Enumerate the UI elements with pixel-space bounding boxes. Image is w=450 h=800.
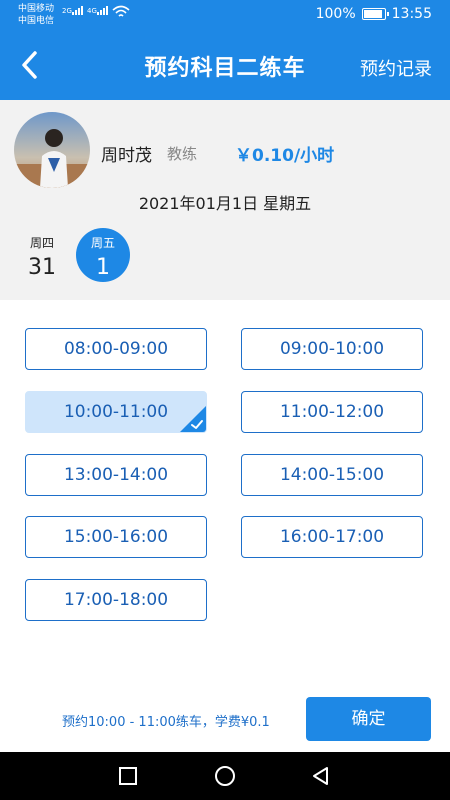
carrier-info: 中国移动 中国电信 [18,3,54,27]
network-type-2: 4G [87,7,97,15]
coach-price: ￥0.10/小时 [235,146,335,166]
time-slot[interactable]: 11:00-12:00 [241,391,423,433]
recent-apps-icon[interactable] [116,764,140,788]
time-slot[interactable]: 08:00-09:00 [25,328,207,370]
day-number: 1 [96,255,110,280]
system-nav-bar [0,752,450,800]
home-icon[interactable] [213,764,237,788]
coach-role: 教练 [167,145,198,163]
time-slot[interactable]: 15:00-16:00 [25,516,207,558]
day-picker-item-selected[interactable]: 周五 1 [76,228,130,282]
carrier-2: 中国电信 [18,16,55,26]
day-number: 31 [28,255,56,280]
booking-records-link[interactable]: 预约记录 [360,55,432,81]
carrier-1: 中国移动 [18,4,55,14]
day-weekday: 周五 [90,236,115,250]
time-slot-label: 10:00-11:00 [63,402,169,422]
coach-photo [14,112,90,188]
coach-date-section: 周时茂 教练 ￥0.10/小时 2021年01月1日 星期五 周四 31 周五 … [0,100,450,300]
battery-percent: 100% [315,6,356,22]
clock: 13:55 [391,6,432,22]
confirm-button[interactable]: 确定 [306,697,431,741]
wifi-icon [112,5,130,17]
battery-icon [361,8,389,20]
signal-icon-2 [97,6,108,15]
time-slot[interactable]: 17:00-18:00 [25,579,207,621]
back-nav-icon[interactable] [309,764,333,788]
battery-level [363,10,382,18]
time-slot[interactable]: 16:00-17:00 [241,516,423,558]
time-slot[interactable]: 14:00-15:00 [241,454,423,496]
booking-summary: 预约10:00 - 11:00练车，学费¥0.1 [62,715,270,730]
status-bar: 中国移动 中国电信 2G 4G 100% 13:55 [0,0,450,30]
selected-date: 2021年01月1日 星期五 [138,194,312,213]
day-weekday: 周四 [29,236,54,250]
time-slot[interactable]: 13:00-14:00 [25,454,207,496]
nav-bar: 预约科目二练车 预约记录 [0,30,450,100]
time-slot-selected[interactable]: 10:00-11:00 [25,391,207,433]
avatar [14,112,90,188]
check-icon [180,406,206,432]
day-picker-item[interactable]: 周四 31 [15,228,69,282]
coach-name: 周时茂 [101,146,152,166]
signal-icon [72,6,83,15]
network-type-1: 2G [62,7,72,15]
time-slot[interactable]: 09:00-10:00 [241,328,423,370]
